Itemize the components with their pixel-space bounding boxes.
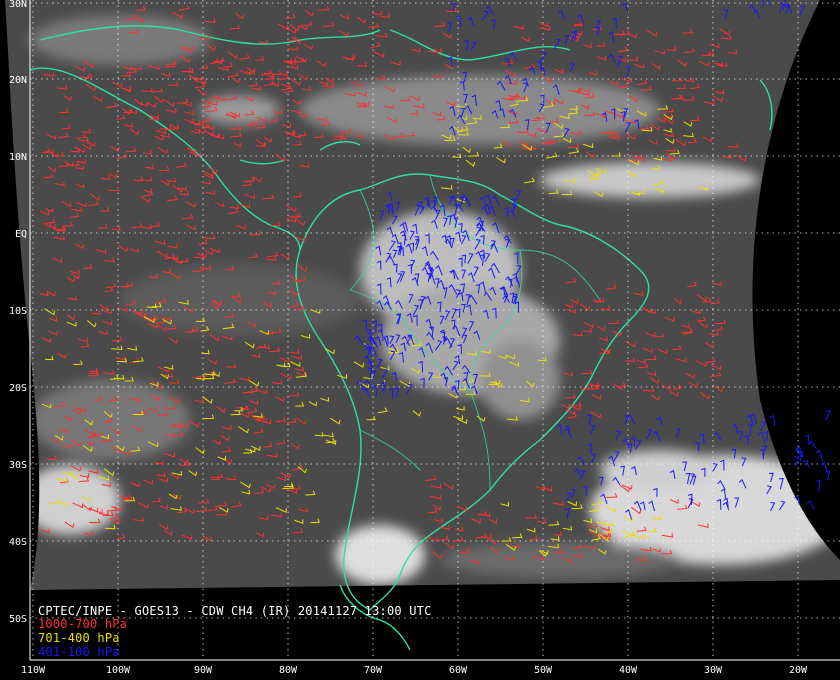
latitude-label: 30N xyxy=(9,0,27,10)
latitude-label: 10N xyxy=(9,152,27,163)
longitude-label: 80W xyxy=(279,665,298,676)
legend-low-level: 1000-700 hPa xyxy=(38,617,128,631)
latitude-label: 10S xyxy=(9,306,27,317)
latitude-label: 20N xyxy=(9,75,27,86)
image-title: CPTEC/INPE - GOES13 - CDW CH4 (IR) 20141… xyxy=(38,604,432,618)
legend-high-level: 401-100 hPa xyxy=(38,645,120,659)
satellite-map: 30N 20N 10N EQ 10S 20S 30S 40S 50S 110W 100W 90W 80… xyxy=(0,0,840,680)
latitude-label: EQ xyxy=(15,229,27,240)
longitude-label: 90W xyxy=(194,665,213,676)
longitude-label: 110W xyxy=(21,665,46,676)
legend-mid-level: 701-400 hPa xyxy=(38,631,120,645)
latitude-label: 30S xyxy=(9,460,27,471)
longitude-label: 70W xyxy=(364,665,383,676)
longitude-label: 100W xyxy=(106,665,131,676)
longitude-label: 30W xyxy=(704,665,723,676)
longitude-label: 60W xyxy=(449,665,468,676)
longitude-label: 20W xyxy=(789,665,808,676)
latitude-label: 20S xyxy=(9,383,27,394)
longitude-label: 50W xyxy=(534,665,553,676)
latitude-label: 50S xyxy=(9,614,27,625)
longitude-label: 40W xyxy=(619,665,638,676)
latitude-label: 40S xyxy=(9,537,27,548)
